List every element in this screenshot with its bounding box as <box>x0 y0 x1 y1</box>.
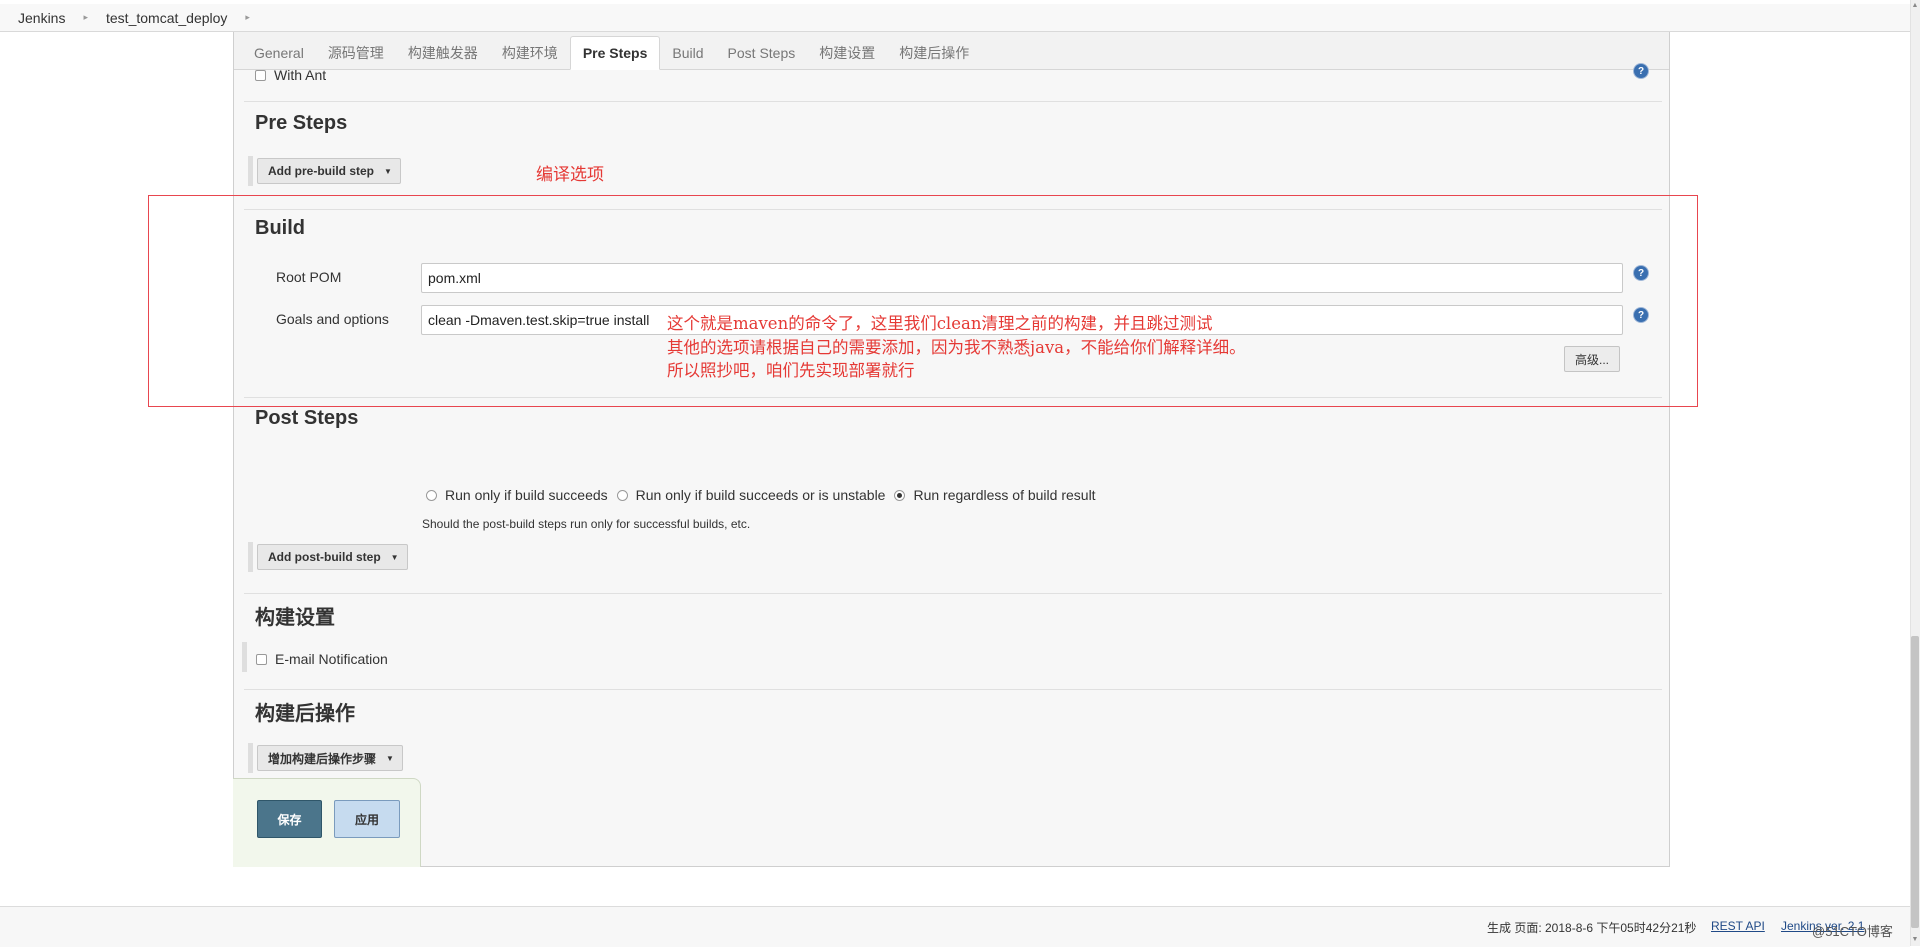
annotation-note-line: 这个就是maven的命令了，这里我们clean清理之前的构建，并且跳过测试 <box>667 314 1213 333</box>
add-pre-build-step-button[interactable]: Add pre-build step ▼ <box>257 158 401 184</box>
help-icon[interactable]: ? <box>1634 64 1648 78</box>
watermark: @51CTO博客 <box>1812 924 1893 939</box>
section-divider <box>244 101 1662 102</box>
scroll-up-icon[interactable]: ▲ <box>1911 2 1919 10</box>
scroll-down-icon[interactable]: ▼ <box>1911 936 1919 944</box>
tab-build[interactable]: Build <box>660 37 715 69</box>
radio-run-if-succeeds-or-unstable[interactable] <box>616 489 628 501</box>
radio-label: Run only if build succeeds <box>445 487 608 503</box>
radio-run-regardless[interactable] <box>894 489 906 501</box>
post-steps-radio-group: Run only if build succeeds Run only if b… <box>426 487 1105 503</box>
radio-selected-dot <box>897 492 903 498</box>
post-build-actions-heading: 构建后操作 <box>255 703 355 725</box>
form-actions-bar: 保存 应用 <box>233 778 421 867</box>
tab-build-triggers[interactable]: 构建触发器 <box>396 37 490 69</box>
breadcrumb-jenkins[interactable]: Jenkins <box>0 10 83 26</box>
tab-source-control[interactable]: 源码管理 <box>316 37 396 69</box>
tab-pre-steps[interactable]: Pre Steps <box>569 36 661 70</box>
pre-steps-bar <box>248 156 253 186</box>
apply-button[interactable]: 应用 <box>334 800 400 838</box>
post-build-bar <box>248 743 253 773</box>
email-notification-checkbox[interactable] <box>256 653 267 665</box>
add-post-build-step-button[interactable]: Add post-build step ▼ <box>257 544 408 570</box>
tab-build-settings[interactable]: 构建设置 <box>807 37 887 69</box>
scrollbar-thumb[interactable] <box>1911 636 1919 928</box>
pre-steps-heading: Pre Steps <box>255 112 348 134</box>
tab-post-steps[interactable]: Post Steps <box>716 37 808 69</box>
tab-post-build-actions[interactable]: 构建后操作 <box>887 37 981 69</box>
page-footer: 生成 页面: 2018-8-6 下午05时42分21秒 REST API Jen… <box>0 906 1910 947</box>
with-ant-checkbox[interactable] <box>255 69 266 81</box>
build-settings-heading: 构建设置 <box>255 607 335 629</box>
save-button[interactable]: 保存 <box>257 800 322 838</box>
rest-api-link[interactable]: REST API <box>1711 919 1765 933</box>
add-post-build-action-button[interactable]: 增加构建后操作步骤 ▼ <box>257 745 403 771</box>
caret-down-icon: ▼ <box>390 552 399 562</box>
post-steps-bar <box>248 542 253 572</box>
breadcrumb-separator-icon[interactable]: ▸ <box>245 12 250 23</box>
config-tabs: General 源码管理 构建触发器 构建环境 Pre Steps Build … <box>234 32 1669 70</box>
build-settings-bar <box>242 642 247 672</box>
radio-run-if-succeeds[interactable] <box>426 489 437 501</box>
add-post-build-step-label: Add post-build step <box>268 550 381 564</box>
section-divider <box>244 593 1662 594</box>
with-ant-row: With Ant <box>255 69 326 81</box>
caret-down-icon: ▼ <box>386 753 394 763</box>
annotation-note: 这个就是maven的命令了，这里我们clean清理之前的构建，并且跳过测试 其他… <box>667 312 1246 383</box>
caret-down-icon: ▼ <box>384 166 392 176</box>
add-pre-build-step-label: Add pre-build step <box>268 164 374 178</box>
page-generated-time: 生成 页面: 2018-8-6 下午05时42分21秒 <box>1487 921 1697 935</box>
breadcrumb: Jenkins ▸ test_tomcat_deploy ▸ <box>0 4 1920 32</box>
with-ant-label: With Ant <box>274 69 327 81</box>
email-notification-label: E-mail Notification <box>275 651 388 667</box>
email-notification-row: E-mail Notification <box>256 651 388 667</box>
job-config-form: General 源码管理 构建触发器 构建环境 Pre Steps Build … <box>233 32 1670 867</box>
radio-label: Run regardless of build result <box>913 487 1096 503</box>
add-post-build-action-label: 增加构建后操作步骤 <box>268 751 377 766</box>
post-steps-heading: Post Steps <box>255 407 359 429</box>
annotation-note-line: 其他的选项请根据自己的需要添加，因为我不熟悉java，不能给你们解释详细。 <box>667 337 1246 357</box>
radio-label: Run only if build succeeds or is unstabl… <box>635 487 886 503</box>
tab-general[interactable]: General <box>242 37 316 69</box>
tab-build-environment[interactable]: 构建环境 <box>490 37 570 69</box>
section-divider <box>244 689 1662 690</box>
breadcrumb-project[interactable]: test_tomcat_deploy <box>88 10 245 26</box>
annotation-note-line: 所以照抄吧，咱们先实现部署就行 <box>667 361 915 380</box>
post-steps-hint: Should the post-build steps run only for… <box>422 517 751 531</box>
annotation-title: 编译选项 <box>536 165 604 185</box>
